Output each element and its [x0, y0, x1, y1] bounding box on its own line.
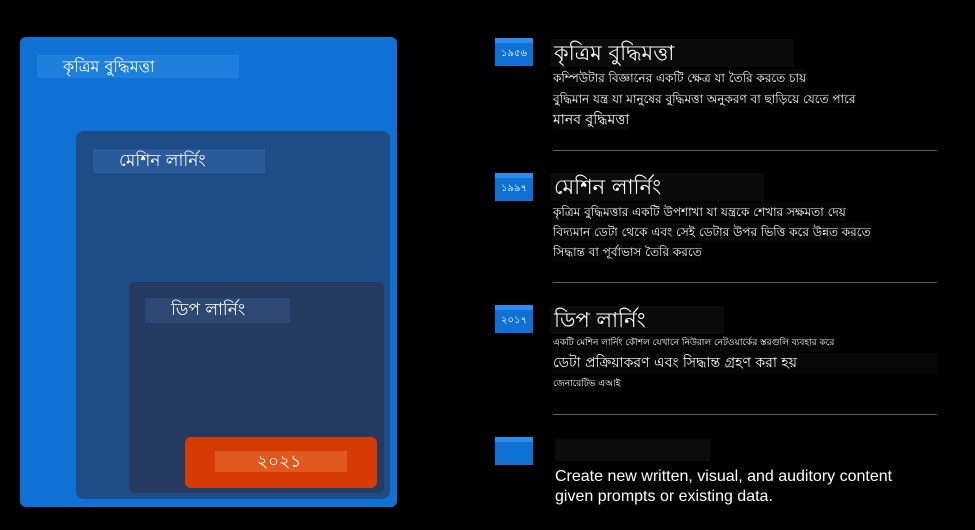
timeline-entry-text: জেনারেটিভ এআই: [553, 377, 621, 392]
timeline-entry-text: বুদ্ধিমান যন্ত্র যা মানুষের বুদ্ধিমত্তা …: [553, 90, 856, 108]
timeline-entry-text: মানব বুদ্ধিমত্তা: [553, 110, 630, 130]
timeline-divider: [553, 282, 937, 283]
timeline-entry-title: ডিপ লার্নিং: [550, 306, 724, 334]
timeline-year-badge: [495, 437, 533, 465]
timeline-entry-text: given prompts or existing data.: [555, 488, 773, 505]
timeline-divider: [553, 150, 937, 151]
timeline-entry-text: বিদ্যমান ডেটা থেকে এবং সেই ডেটার উপর ভিত…: [553, 223, 871, 241]
timeline-entry-text: ডেটা প্রক্রিয়াকরণ এবং সিদ্ধান্ত গ্রহণ ক…: [553, 353, 937, 373]
timeline-entry-title: কৃত্রিম বুদ্ধিমত্তা: [550, 39, 794, 67]
timeline-entry-text: একটি মেশিন লার্নিং কৌশল যেখানে নিউরাল নে…: [553, 336, 835, 351]
timeline-entry-text: কম্পিউটার বিজ্ঞানের একটি ক্ষেত্র যা তৈরি…: [553, 69, 807, 87]
timeline-entry-title: [555, 439, 710, 461]
dl-region-label: ডিপ লার্নিং: [145, 298, 290, 323]
ml-region-label: মেশিন লার্নিং: [93, 149, 265, 173]
timeline-year-badge: ২০১৭: [495, 305, 533, 333]
timeline-entry-text: Create new written, visual, and auditory…: [555, 468, 893, 485]
ai-region-label: কৃত্রিম বুদ্ধিমত্তা: [37, 55, 239, 78]
timeline-year-badge: ১৯৯৭: [495, 173, 533, 201]
timeline-entry-text: কৃত্রিম বুদ্ধিমত্তার একটি উপশাখা যা যন্ত…: [553, 203, 846, 221]
timeline-entry-text: সিদ্ধান্ত বা পূর্বাভাস তৈরি করতে: [553, 243, 702, 261]
timeline-divider: [553, 414, 937, 415]
timeline-year-badge: ১৯৫৬: [495, 38, 533, 66]
generative-ai-region-label: ২০২১: [215, 451, 347, 472]
timeline-entry-title: মেশিন লার্নিং: [550, 173, 764, 201]
